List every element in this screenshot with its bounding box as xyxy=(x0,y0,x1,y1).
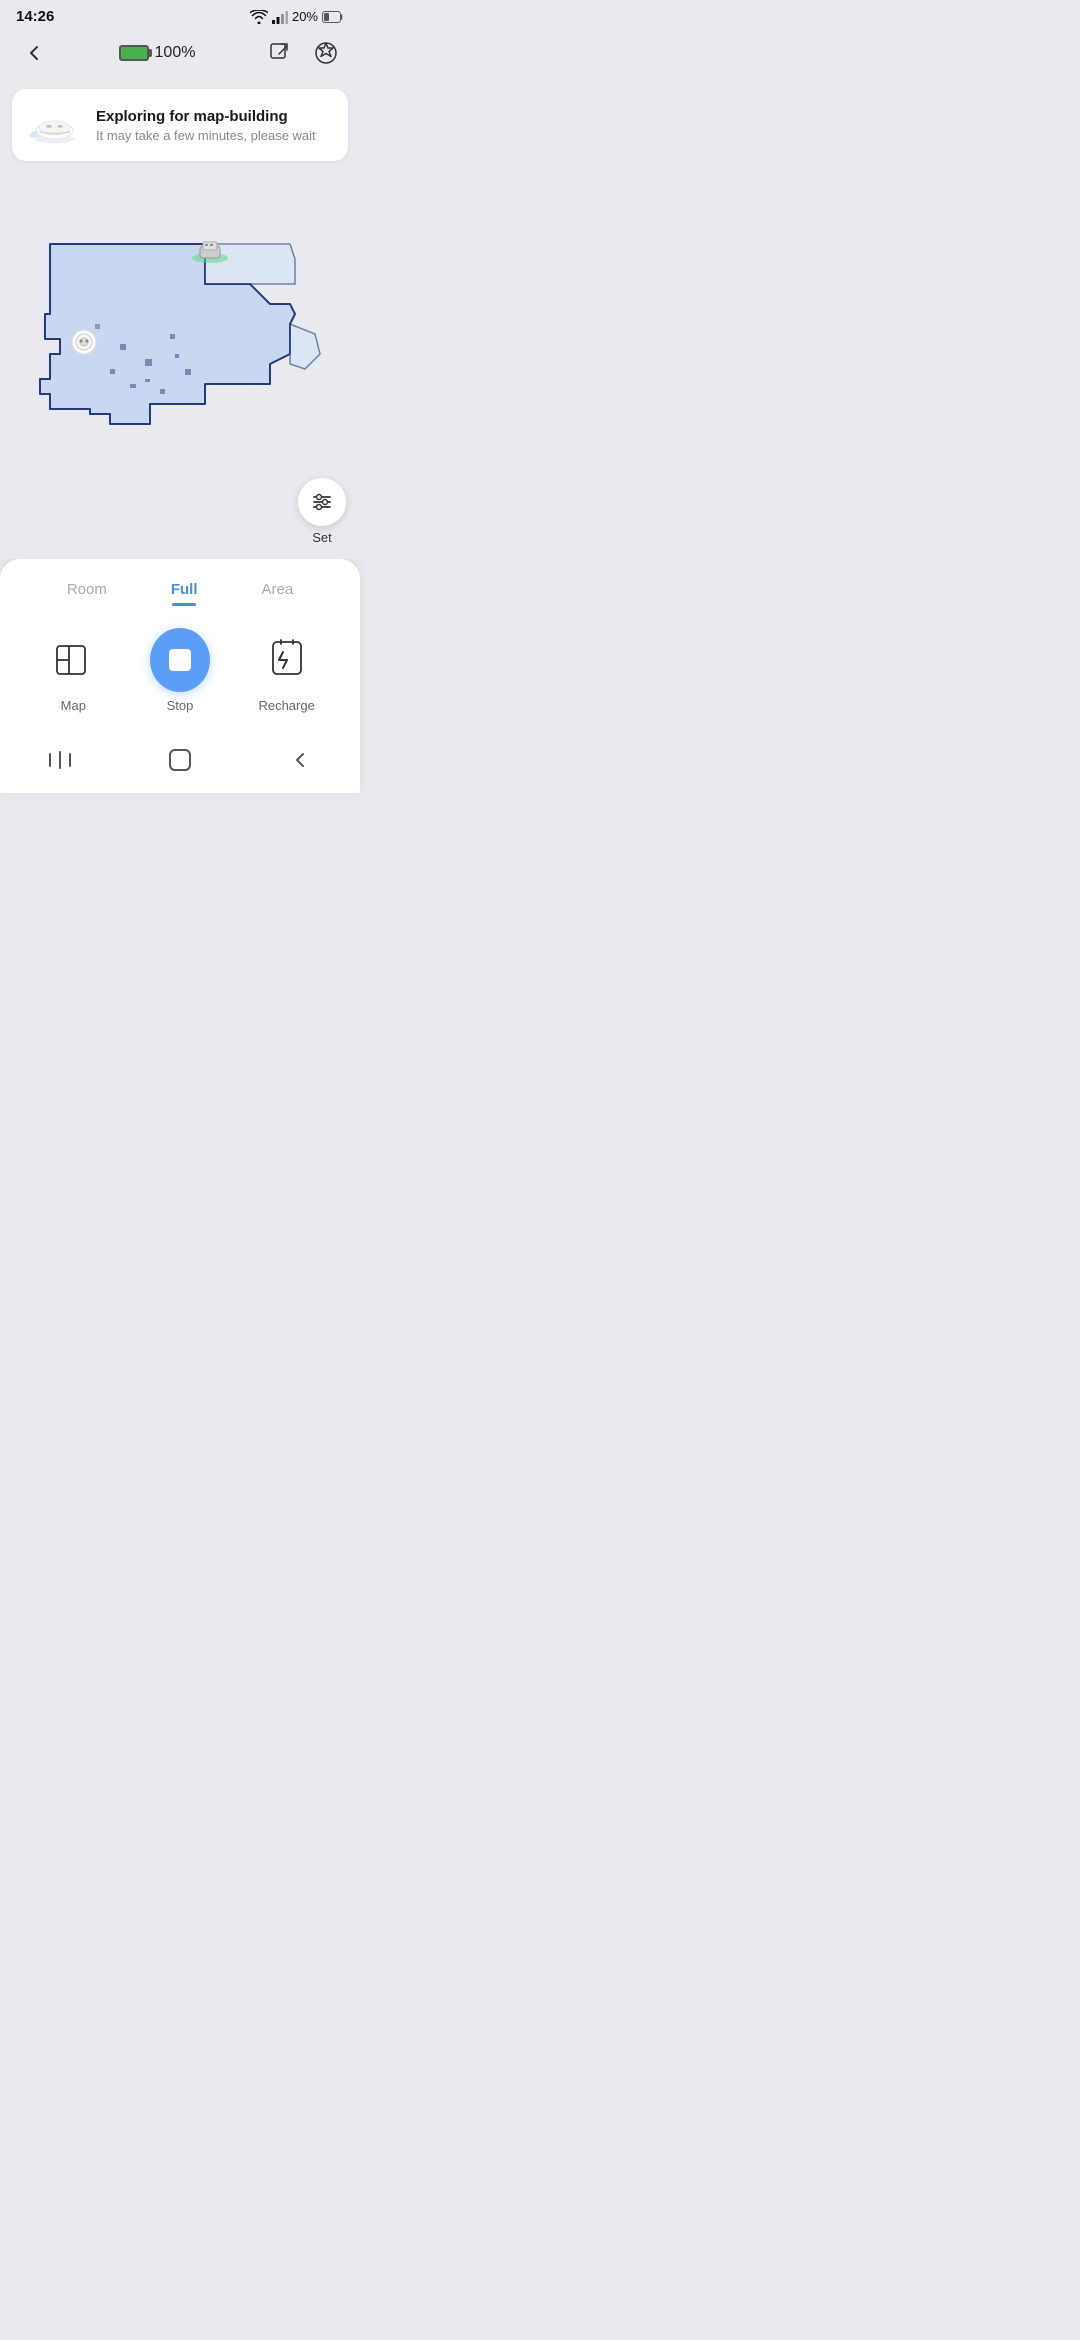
banner-title: Exploring for map-building xyxy=(96,108,316,125)
banner-subtitle: It may take a few minutes, please wait xyxy=(96,128,316,143)
back-button[interactable] xyxy=(16,35,52,71)
stop-action[interactable]: Stop xyxy=(145,630,215,713)
info-banner: Exploring for map-building It may take a… xyxy=(12,89,348,161)
map-area[interactable]: Set xyxy=(0,169,360,559)
toolbar: 100% xyxy=(0,29,360,81)
robot-icon xyxy=(28,103,84,147)
signal-icon xyxy=(272,10,288,24)
map-label: Map xyxy=(61,698,86,713)
set-button-label: Set xyxy=(312,530,332,545)
bottom-panel: Room Full Area Map Stop xyxy=(0,559,360,793)
home-button[interactable] xyxy=(158,743,202,777)
map-action[interactable]: Map xyxy=(38,630,108,713)
recharge-action[interactable]: Recharge xyxy=(252,630,322,713)
status-icons: 20% xyxy=(250,9,344,24)
share-button[interactable] xyxy=(262,35,298,71)
toolbar-right xyxy=(262,35,344,71)
tab-bar: Room Full Area xyxy=(0,575,360,604)
battery-percent: 20% xyxy=(292,9,318,24)
status-time: 14:26 xyxy=(16,8,54,25)
action-row: Map Stop Recharge xyxy=(0,620,360,733)
back-nav-button[interactable] xyxy=(278,743,322,777)
nav-bar xyxy=(0,733,360,793)
set-button[interactable] xyxy=(298,478,346,526)
recent-apps-button[interactable] xyxy=(38,743,82,777)
map-icon-wrap xyxy=(43,630,103,690)
recharge-icon-wrap xyxy=(257,630,317,690)
stop-square-icon xyxy=(169,649,191,671)
stop-icon-wrap xyxy=(150,630,210,690)
battery-percent-label: 100% xyxy=(155,44,196,62)
tab-area[interactable]: Area xyxy=(230,575,326,604)
battery-status-icon xyxy=(322,11,344,23)
stop-label: Stop xyxy=(167,698,194,713)
device-battery: 100% xyxy=(119,44,196,62)
status-bar: 14:26 20% xyxy=(0,0,360,29)
floor-map xyxy=(30,224,330,504)
settings-button[interactable] xyxy=(308,35,344,71)
tab-room[interactable]: Room xyxy=(35,575,139,604)
wifi-icon xyxy=(250,10,268,24)
stop-button-circle[interactable] xyxy=(150,628,210,692)
set-button-wrap: Set xyxy=(298,478,346,545)
banner-text: Exploring for map-building It may take a… xyxy=(96,108,316,143)
tab-full[interactable]: Full xyxy=(139,575,230,604)
recharge-label: Recharge xyxy=(258,698,314,713)
battery-full-icon xyxy=(119,45,149,61)
